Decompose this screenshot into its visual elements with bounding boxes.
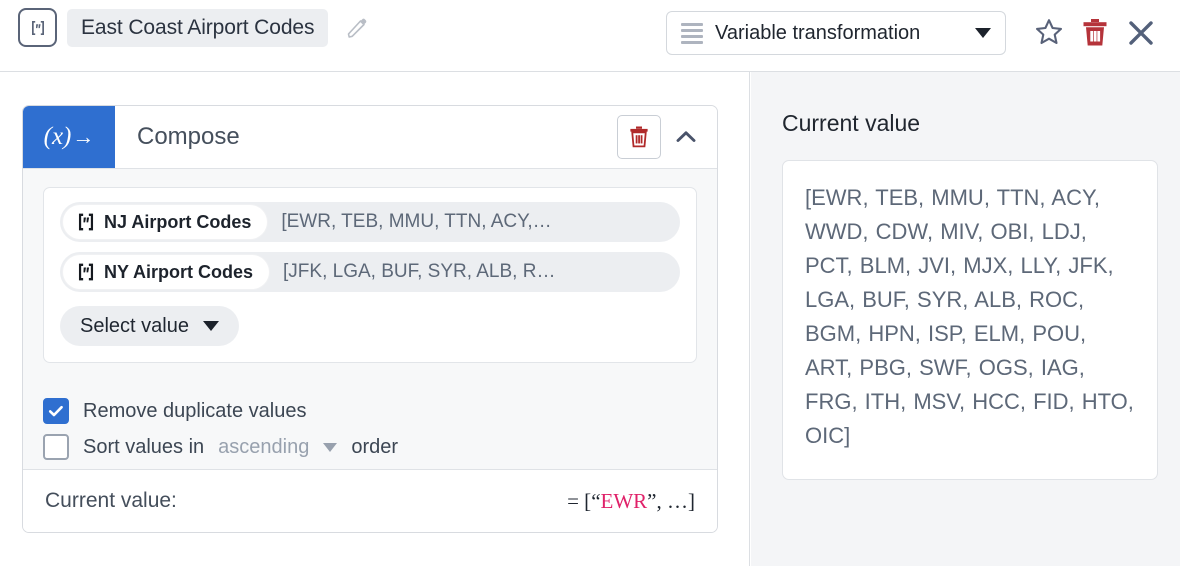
delete-button[interactable] — [1072, 10, 1118, 56]
sort-values-checkbox[interactable] — [43, 434, 69, 460]
remove-duplicates-option[interactable]: Remove duplicate values — [43, 393, 697, 429]
compose-footer: Current value: = [“EWR”, …] — [23, 469, 717, 532]
top-bar-right-group: Variable transformation — [666, 10, 1164, 56]
sort-values-label-before: Sort values in — [83, 435, 205, 458]
preview-accent-value: EWR — [600, 488, 648, 513]
string-variable-icon — [78, 213, 94, 231]
string-variable-icon — [18, 8, 57, 47]
close-icon — [1129, 21, 1153, 45]
compose-header-actions — [617, 106, 717, 168]
star-icon — [1035, 19, 1063, 45]
remove-duplicates-checkbox[interactable] — [43, 398, 69, 424]
preview-tail: , …] — [656, 488, 696, 513]
remove-duplicates-label: Remove duplicate values — [83, 399, 307, 422]
sort-values-option[interactable]: Sort values in ascending order — [43, 429, 697, 465]
compose-header: (x) → Compose — [23, 106, 717, 169]
compose-slots: NJ Airport Codes [EWR, TEB, MMU, TTN, AC… — [43, 187, 697, 363]
favorite-button[interactable] — [1026, 10, 1072, 56]
chevron-down-icon — [202, 321, 219, 331]
function-badge-fx: (x) — [43, 123, 72, 150]
chevron-down-icon — [975, 28, 991, 38]
compose-title: Compose — [137, 123, 240, 150]
check-icon — [48, 405, 63, 417]
main-content: (x) → Compose NJ Airport Codes [EWR, TEB… — [0, 72, 1180, 566]
function-badge-arrow: → — [72, 124, 95, 149]
variable-pill[interactable]: NY Airport Codes — [63, 255, 270, 289]
compose-slot-row[interactable]: NJ Airport Codes [EWR, TEB, MMU, TTN, AC… — [60, 202, 680, 242]
compose-delete-button[interactable] — [617, 115, 661, 159]
function-badge-icon: (x) → — [23, 106, 115, 168]
variable-pill-label: NY Airport Codes — [104, 261, 254, 282]
sort-values-label-after: order — [351, 435, 399, 458]
variable-pill[interactable]: NJ Airport Codes — [63, 205, 268, 239]
variable-title[interactable]: East Coast Airport Codes — [67, 8, 329, 47]
compose-slot-row[interactable]: NY Airport Codes [JFK, LGA, BUF, SYR, AL… — [60, 252, 680, 292]
chevron-up-icon — [676, 131, 696, 142]
compose-options: Remove duplicate values Sort values in a… — [23, 379, 717, 469]
transform-type-select[interactable]: Variable transformation — [666, 11, 1006, 55]
string-variable-icon — [78, 263, 94, 281]
preview-prefix: = [ — [567, 488, 592, 513]
trash-icon — [1083, 19, 1107, 46]
compose-slot-value: [EWR, TEB, MMU, TTN, ACY,… — [281, 211, 552, 232]
compose-card: (x) → Compose NJ Airport Codes [EWR, TEB… — [22, 105, 718, 533]
compose-current-value-preview: = [“EWR”, …] — [567, 489, 695, 514]
compose-slot-value: [JFK, LGA, BUF, SYR, ALB, R… — [283, 261, 556, 282]
list-icon — [681, 22, 703, 44]
current-value-pane: Current value [EWR, TEB, MMU, TTN, ACY, … — [751, 72, 1180, 566]
current-value-box: [EWR, TEB, MMU, TTN, ACY, WWD, CDW, MIV,… — [782, 160, 1158, 480]
preview-quote-close: ” — [647, 488, 657, 513]
close-button[interactable] — [1118, 10, 1164, 56]
current-value-title: Current value — [782, 110, 921, 136]
compose-body: NJ Airport Codes [EWR, TEB, MMU, TTN, AC… — [23, 169, 717, 379]
variable-pill-label: NJ Airport Codes — [104, 211, 252, 232]
select-value-dropdown[interactable]: Select value — [60, 306, 239, 346]
trash-icon — [630, 126, 648, 148]
top-bar: East Coast Airport Codes Variable transf… — [0, 0, 1180, 72]
editor-pane: (x) → Compose NJ Airport Codes [EWR, TEB… — [0, 72, 750, 566]
preview-quote-open: “ — [591, 488, 601, 513]
pencil-icon[interactable] — [340, 11, 374, 45]
top-bar-left-group: East Coast Airport Codes — [18, 8, 374, 47]
select-value-label: Select value — [80, 314, 189, 337]
sort-direction-value[interactable]: ascending — [218, 436, 309, 459]
compose-collapse-button[interactable] — [669, 120, 703, 154]
transform-type-label: Variable transformation — [715, 21, 921, 44]
compose-current-value-label: Current value: — [45, 489, 177, 512]
chevron-down-icon[interactable] — [323, 442, 338, 452]
variable-editor-window: East Coast Airport Codes Variable transf… — [0, 0, 1180, 566]
current-value-text: [EWR, TEB, MMU, TTN, ACY, WWD, CDW, MIV,… — [805, 185, 1134, 448]
